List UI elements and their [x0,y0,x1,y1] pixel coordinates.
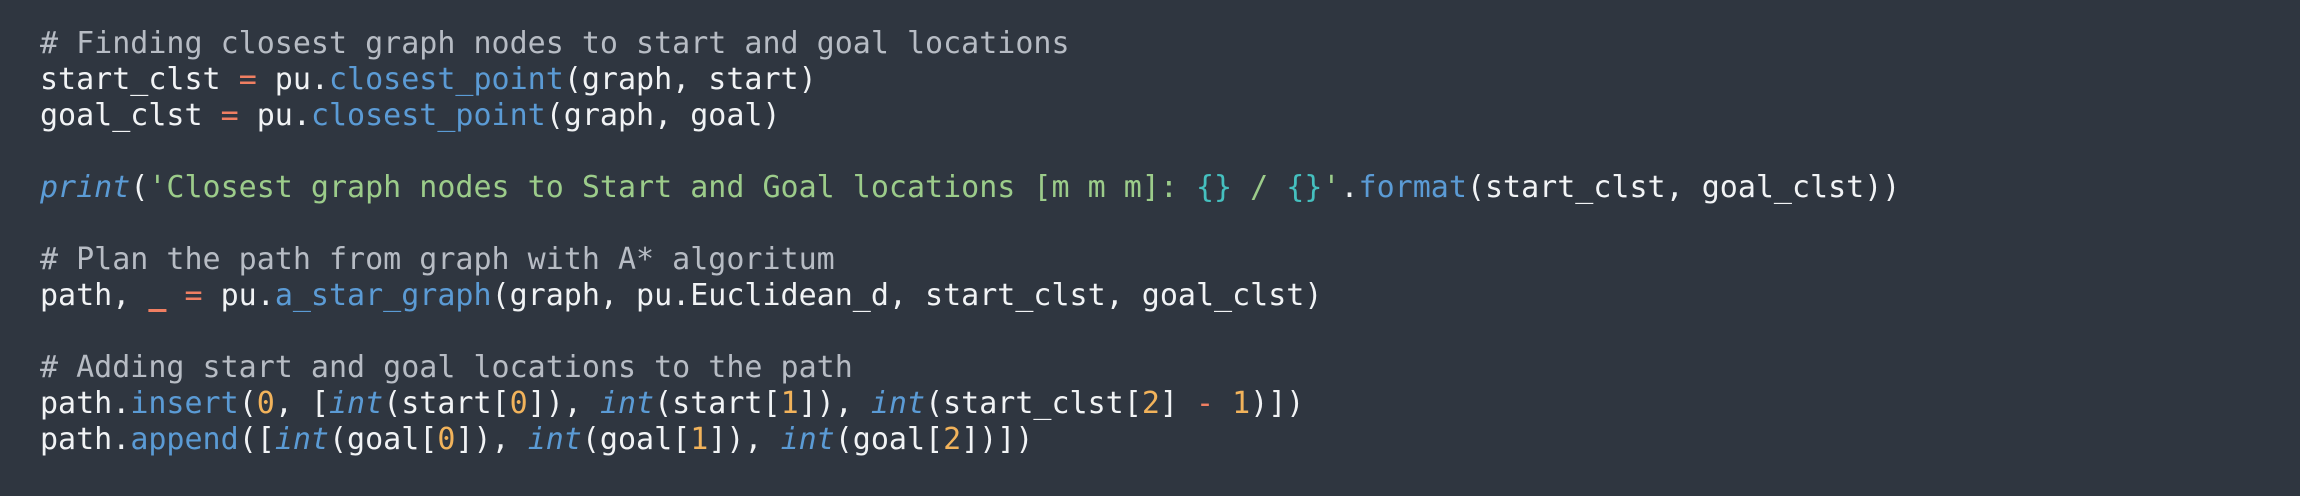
code-line[interactable]: path.insert(0, [int(start[0]), int(start… [40,386,2300,422]
code-token-comment: # Finding closest graph nodes to start a… [40,26,1070,61]
code-token-default: pu. [238,98,311,133]
code-token-function: closest_point [329,62,564,97]
code-line[interactable]: path.append([int(goal[0]), int(goal[1]),… [40,422,2300,458]
code-line[interactable]: print('Closest graph nodes to Start and … [40,170,2300,206]
code-token-default [1214,386,1232,421]
code-editor[interactable]: # Finding closest graph nodes to start a… [0,0,2300,496]
code-token-operator: = [238,62,257,97]
code-token-operator: = [220,98,239,133]
code-token-number: 1 [690,422,709,457]
code-line[interactable]: start_clst = pu.closest_point(graph, sta… [40,62,2300,98]
code-token-default: path. [40,422,131,457]
code-token-default: ( [130,170,149,205]
code-token-string: / [1232,170,1287,205]
code-token-default: (graph, goal) [545,98,781,133]
code-token-default: (graph, pu.Euclidean_d, start_clst, goal… [491,278,1323,313]
code-token-function: append [130,422,239,457]
code-token-default: (start[ [383,386,510,421]
code-token-builtin: int [870,386,926,421]
code-line-empty[interactable] [40,314,2300,350]
code-token-default: path, [40,278,149,313]
code-token-number: 0 [509,386,528,421]
code-token-number: 1 [1232,386,1251,421]
code-line[interactable]: # Plan the path from graph with A* algor… [40,242,2300,278]
code-line[interactable]: # Adding start and goal locations to the… [40,350,2300,386]
code-token-number: 0 [256,386,275,421]
code-token-function: format [1358,170,1467,205]
code-token-default: . [1340,170,1359,205]
code-token-number: 0 [437,422,456,457]
code-token-default: (start[ [654,386,781,421]
code-token-builtin: int [274,422,329,457]
code-token-default: start_clst [40,62,239,97]
code-token-default: (start_clst[ [925,386,1142,421]
code-token-format: {} [1195,170,1233,205]
code-token-number: 2 [943,422,962,457]
code-token-default: ( [238,386,257,421]
code-token-default: pu. [256,62,329,97]
code-token-operator: = [184,278,203,313]
code-token-underscore: _ [148,278,167,313]
code-token-default: ]), [708,422,781,457]
code-token-default: ]), [798,386,871,421]
code-line[interactable]: # Finding closest graph nodes to start a… [40,26,2300,62]
code-token-default: (goal[ [329,422,438,457]
code-line-empty[interactable] [40,134,2300,170]
code-token-builtin: int [599,386,655,421]
code-token-default: ])]) [961,422,1034,457]
code-token-comment: # Adding start and goal locations to the… [40,350,853,385]
code-token-number: 2 [1141,386,1160,421]
code-token-string: 'Closest graph nodes to Start and Goal l… [148,170,1196,205]
code-line-empty[interactable] [40,206,2300,242]
code-token-default: pu. [202,278,275,313]
code-token-builtin: int [527,422,582,457]
code-token-builtin: print [40,170,131,205]
code-token-format: {} [1286,170,1323,205]
code-token-function: closest_point [310,98,546,133]
code-token-default: path. [40,386,131,421]
code-line[interactable]: goal_clst = pu.closest_point(graph, goal… [40,98,2300,134]
code-token-default: ([ [238,422,275,457]
code-token-builtin: int [780,422,835,457]
code-token-number: 1 [780,386,799,421]
code-token-comment: # Plan the path from graph with A* algor… [40,242,835,277]
code-token-default: (start_clst, goal_clst)) [1466,170,1901,205]
code-token-default: (goal[ [581,422,691,457]
code-token-default: ]), [527,386,600,421]
code-token-builtin: int [329,386,384,421]
code-token-default [166,278,184,313]
code-block[interactable]: # Finding closest graph nodes to start a… [40,26,2300,458]
code-token-function: a_star_graph [274,278,492,313]
code-token-default: , [ [274,386,329,421]
code-token-default: )]) [1250,386,1305,421]
code-token-function: insert [130,386,239,421]
code-token-default: (graph, start) [563,62,817,97]
code-line[interactable]: path, _ = pu.a_star_graph(graph, pu.Eucl… [40,278,2300,314]
code-token-default: (goal[ [834,422,944,457]
code-token-default: goal_clst [40,98,221,133]
code-token-string: ' [1322,170,1341,205]
code-token-operator: - [1196,386,1215,421]
code-token-default: ]), [455,422,528,457]
code-token-default: ] [1159,386,1196,421]
